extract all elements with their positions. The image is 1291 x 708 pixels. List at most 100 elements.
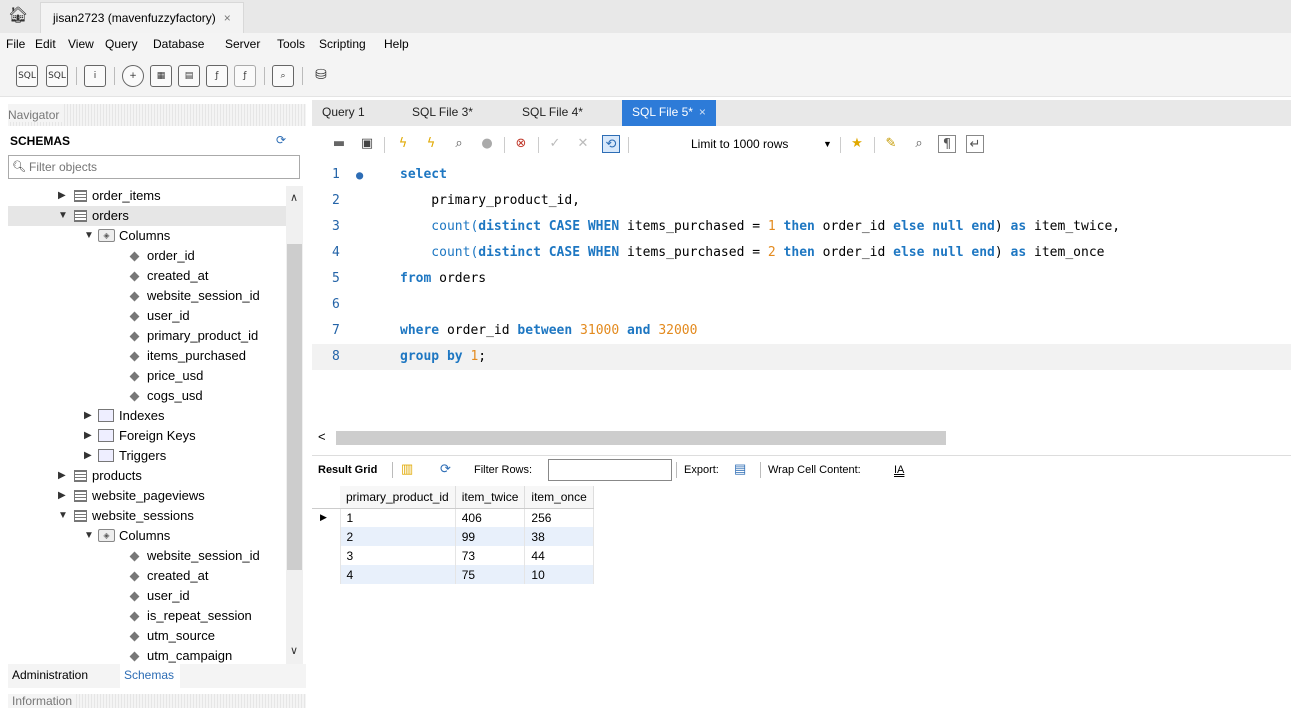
tree-column-item[interactable]: primary_product_id — [8, 326, 286, 346]
open-file-icon[interactable]: ▬ — [330, 135, 348, 153]
code-line[interactable]: 6 — [312, 292, 1291, 318]
tab-schemas[interactable]: Schemas — [120, 664, 181, 688]
column-header[interactable]: item_twice — [455, 486, 526, 509]
sql-code-editor[interactable]: 1 ● select 2 primary_product_id, 3 count(dis… — [312, 162, 1291, 428]
new-sql-tab-icon[interactable]: SQL — [16, 65, 38, 87]
filter-objects-box[interactable]: 🔍︎ — [8, 155, 300, 179]
table-row[interactable]: 3 73 44 — [312, 546, 594, 565]
filter-objects-input[interactable] — [29, 159, 289, 175]
tree-column-item[interactable]: user_id — [8, 586, 286, 606]
tree-column-item[interactable]: website_session_id — [8, 546, 286, 566]
code-line[interactable]: 1 ● select — [312, 162, 1291, 188]
tree-group-item[interactable]: ▶ Triggers — [8, 446, 286, 466]
tree-column-item[interactable]: website_session_id — [8, 286, 286, 306]
open-sql-script-icon[interactable]: SQL — [46, 65, 68, 87]
tab-sql-file-4[interactable]: SQL File 4* — [512, 100, 593, 126]
tree-column-item[interactable]: created_at — [8, 566, 286, 586]
create-table-icon[interactable]: ▦ — [150, 65, 172, 87]
tree-column-item[interactable]: utm_source — [8, 626, 286, 646]
save-icon[interactable]: ▣ — [358, 135, 376, 153]
refresh-icon[interactable]: ⟳ — [276, 133, 286, 147]
code-line[interactable]: 3 count(distinct CASE WHEN items_purchas… — [312, 214, 1291, 240]
code-line[interactable]: 8 group by 1; — [312, 344, 1291, 370]
menu-query[interactable]: Query — [105, 37, 138, 51]
grid-cell[interactable]: 2 — [339, 527, 456, 546]
menu-server[interactable]: Server — [225, 37, 260, 51]
search-table-data-icon[interactable]: ⌕ — [272, 65, 294, 87]
tree-table-item[interactable]: ▶ order_items — [8, 186, 286, 206]
menu-edit[interactable]: Edit — [35, 37, 56, 51]
tree-column-item[interactable]: cogs_usd — [8, 386, 286, 406]
grid-cell[interactable]: 75 — [455, 565, 526, 584]
wrap-cell-icon[interactable]: IA — [894, 464, 904, 476]
grid-cell[interactable]: 406 — [455, 508, 526, 527]
column-header[interactable]: item_once — [524, 486, 594, 509]
tree-column-item[interactable]: price_usd — [8, 366, 286, 386]
scroll-down-icon[interactable]: ∨ — [290, 644, 298, 657]
expand-arrow-icon[interactable]: ▶ — [84, 446, 92, 466]
tree-column-item[interactable]: items_purchased — [8, 346, 286, 366]
menu-file[interactable]: File — [6, 37, 25, 51]
grid-cell[interactable]: 256 — [524, 508, 594, 527]
wrap-lines-icon[interactable]: ↵ — [966, 135, 984, 153]
tree-table-item[interactable]: ▼ website_sessions — [8, 506, 286, 526]
code-line[interactable]: 4 count(distinct CASE WHEN items_purchas… — [312, 240, 1291, 266]
collapse-arrow-icon[interactable]: ▼ — [84, 526, 94, 546]
menu-tools[interactable]: Tools — [277, 37, 305, 51]
grid-cell[interactable]: 4 — [339, 565, 456, 584]
reconnect-icon[interactable]: ⛁ — [310, 65, 332, 87]
table-row[interactable]: ▶ 1 406 256 — [312, 508, 594, 527]
tree-table-item[interactable]: ▶ website_pageviews — [8, 486, 286, 506]
create-procedure-icon[interactable]: ƒ — [206, 65, 228, 87]
table-row[interactable]: 4 75 10 — [312, 565, 594, 584]
navigator-scrollbar[interactable]: ∧ ∨ — [286, 186, 303, 664]
explain-icon[interactable]: ⌕ — [450, 135, 468, 153]
expand-arrow-icon[interactable]: ▶ — [84, 426, 92, 446]
connection-tab[interactable]: jisan2723 (mavenfuzzyfactory) × — [40, 2, 244, 33]
collapse-arrow-icon[interactable]: ▼ — [58, 206, 68, 226]
tree-table-item[interactable]: ▼ orders — [8, 206, 286, 226]
commit-icon[interactable]: ✓ — [546, 135, 564, 153]
rollback-icon[interactable]: ✕ — [574, 135, 592, 153]
add-snippet-icon[interactable]: ★ — [848, 135, 866, 153]
toggle-error-icon[interactable]: ⊗ — [512, 135, 530, 153]
grid-cell[interactable]: 38 — [524, 527, 594, 546]
grid-cell[interactable]: 10 — [524, 565, 594, 584]
tree-column-item[interactable]: created_at — [8, 266, 286, 286]
execute-icon[interactable]: ϟ — [394, 135, 412, 153]
tab-sql-file-5[interactable]: SQL File 5* × — [622, 100, 716, 126]
close-tab-icon[interactable]: × — [699, 105, 706, 119]
tree-column-item[interactable]: user_id — [8, 306, 286, 326]
limit-rows-select[interactable]: Limit to 1000 rows ▼ — [691, 134, 835, 154]
scrollbar-thumb[interactable] — [287, 244, 302, 570]
close-icon[interactable]: × — [224, 11, 231, 25]
grid-cell[interactable]: 1 — [339, 508, 456, 527]
collapse-arrow-icon[interactable]: ▼ — [58, 506, 68, 526]
menu-view[interactable]: View — [68, 37, 94, 51]
result-grid-label[interactable]: Result Grid — [318, 464, 377, 476]
grid-cell[interactable]: 3 — [339, 546, 456, 565]
menu-help[interactable]: Help — [384, 37, 409, 51]
filter-rows-input[interactable] — [548, 459, 672, 481]
scrollbar-thumb[interactable] — [336, 431, 946, 445]
code-line[interactable]: 2 primary_product_id, — [312, 188, 1291, 214]
beautify-icon[interactable]: ✎ — [882, 135, 900, 153]
grid-cell[interactable]: 73 — [455, 546, 526, 565]
code-line[interactable]: 5 from orders — [312, 266, 1291, 292]
create-function-icon[interactable]: ƒ — [234, 65, 256, 87]
scroll-left-icon[interactable]: < — [318, 429, 326, 444]
collapse-arrow-icon[interactable]: ▼ — [84, 226, 94, 246]
editor-horizontal-scrollbar[interactable]: < — [312, 428, 1291, 448]
code-line[interactable]: 7 where order_id between 31000 and 32000 — [312, 318, 1291, 344]
create-schema-icon[interactable]: + — [122, 65, 144, 87]
tab-sql-file-3[interactable]: SQL File 3* — [402, 100, 483, 126]
tab-administration[interactable]: Administration — [12, 668, 88, 682]
expand-arrow-icon[interactable]: ▶ — [58, 466, 66, 486]
tree-group-item[interactable]: ▶ Indexes — [8, 406, 286, 426]
column-header[interactable]: primary_product_id — [340, 486, 456, 509]
execute-current-icon[interactable]: ϟ — [422, 135, 440, 153]
tree-column-item[interactable]: is_repeat_session — [8, 606, 286, 626]
schema-inspector-icon[interactable]: i — [84, 65, 106, 87]
grid-layout-icon[interactable]: ▥ — [401, 461, 413, 477]
home-icon[interactable]: 🏠︎ — [8, 6, 28, 26]
